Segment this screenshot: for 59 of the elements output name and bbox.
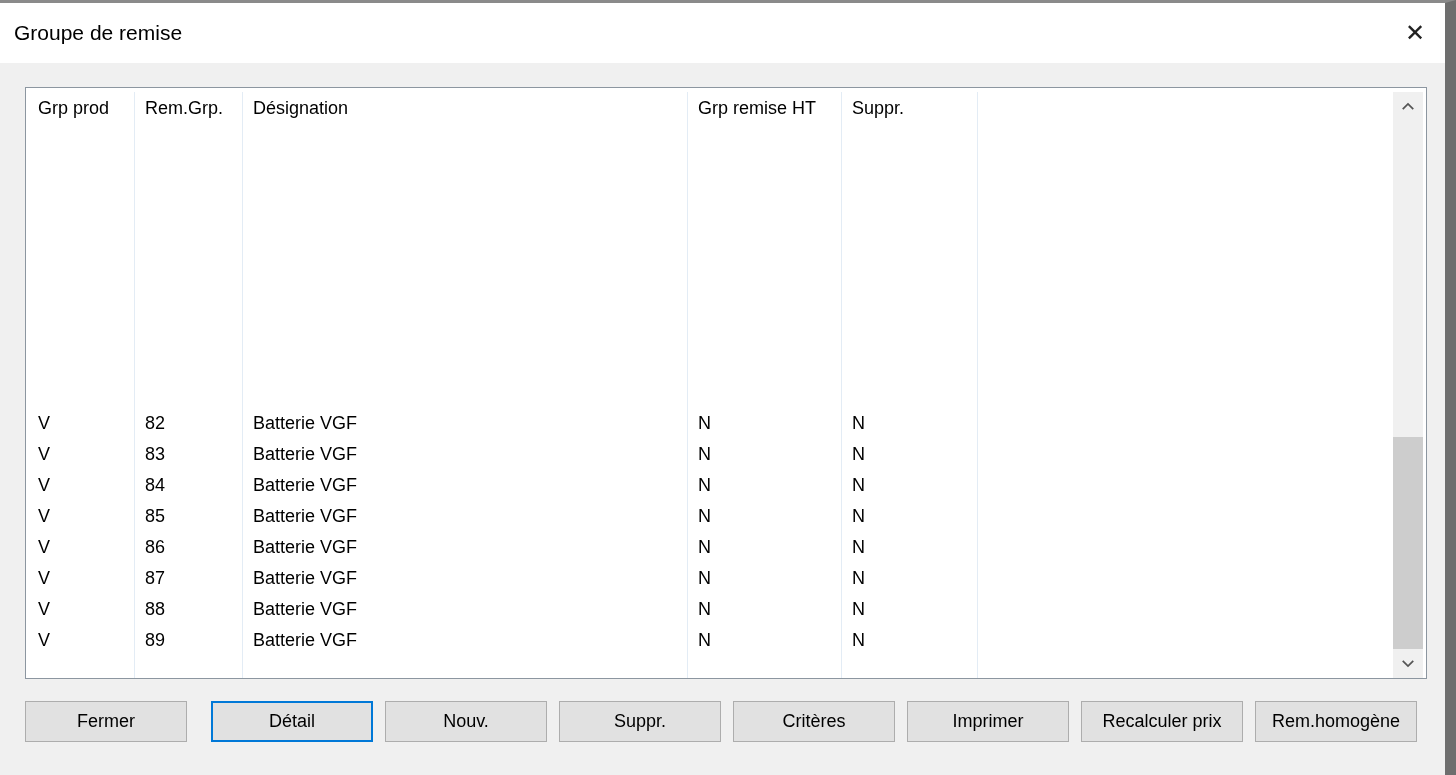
dialog-button[interactable]: Imprimer	[907, 701, 1069, 742]
table-cell-text: Batterie VGF	[252, 567, 359, 590]
scroll-down-icon[interactable]	[1401, 659, 1415, 668]
scrollbar[interactable]	[1393, 92, 1423, 678]
table-cell-text: N	[697, 567, 712, 590]
dialog-button[interactable]: Recalculer prix	[1081, 701, 1243, 742]
table-cell-text: Batterie VGF	[252, 443, 359, 466]
table-cell-text: 85	[144, 505, 167, 528]
window-title: Groupe de remise	[14, 21, 183, 45]
column-header[interactable]: Rem.Grp.	[135, 92, 242, 124]
table-cell-text: N	[851, 598, 866, 621]
scroll-thumb[interactable]	[1393, 437, 1423, 649]
table-cell-text: 83	[144, 443, 167, 466]
dialog-button[interactable]: Rem.homogène	[1255, 701, 1417, 742]
table-cell-text: V	[37, 474, 51, 497]
column-header[interactable]: Suppr.	[842, 92, 977, 124]
table-cell-text: N	[851, 536, 866, 559]
table-cell-text: 86	[144, 536, 167, 559]
table-cell-text: N	[851, 505, 866, 528]
dialog-button[interactable]: Fermer	[25, 701, 187, 742]
table-cell-text: 84	[144, 474, 167, 497]
table-cell-text: V	[37, 629, 51, 652]
table-cell-text: V	[37, 443, 51, 466]
table-cell-text: V	[37, 505, 51, 528]
dialog-button[interactable]: Critères	[733, 701, 895, 742]
table-cell-text: N	[697, 474, 712, 497]
table-cell-text: N	[851, 443, 866, 466]
column-header[interactable]: Désignation	[243, 92, 687, 124]
table-cell-text: N	[851, 629, 866, 652]
table-cell-text: N	[697, 412, 712, 435]
column-header[interactable]: Grp remise HT	[688, 92, 841, 124]
table-cell-text: N	[851, 567, 866, 590]
dialog-button[interactable]: Suppr.	[559, 701, 721, 742]
table-cell-text: Batterie VGF	[252, 629, 359, 652]
table-cell-text: N	[851, 412, 866, 435]
scroll-up-icon[interactable]	[1401, 102, 1415, 111]
table-cell-text: 82	[144, 412, 167, 435]
table-cell-text: V	[37, 598, 51, 621]
table-cell-text: N	[697, 536, 712, 559]
table-cell-text: Batterie VGF	[252, 412, 359, 435]
table-cell-text: V	[37, 536, 51, 559]
dialog-button[interactable]: Nouv.	[385, 701, 547, 742]
table-cell-text: N	[697, 629, 712, 652]
table-cell-text: Batterie VGF	[252, 536, 359, 559]
table-cell-text: 89	[144, 629, 167, 652]
table-cell-text: N	[697, 598, 712, 621]
column-header[interactable]: Grp prod	[28, 92, 134, 124]
table-cell-text: N	[851, 474, 866, 497]
table-cell-text: V	[37, 567, 51, 590]
table-cell-text: 87	[144, 567, 167, 590]
table-cell-text: V	[37, 412, 51, 435]
dialog-button[interactable]: Détail	[211, 701, 373, 742]
table-cell-text: 88	[144, 598, 167, 621]
table-cell-text: Batterie VGF	[252, 505, 359, 528]
table-cell-text: N	[697, 505, 712, 528]
table-cell-text: Batterie VGF	[252, 598, 359, 621]
table-cell-text: Batterie VGF	[252, 474, 359, 497]
table-cell-text: N	[697, 443, 712, 466]
close-button[interactable]: ✕	[1398, 19, 1431, 47]
